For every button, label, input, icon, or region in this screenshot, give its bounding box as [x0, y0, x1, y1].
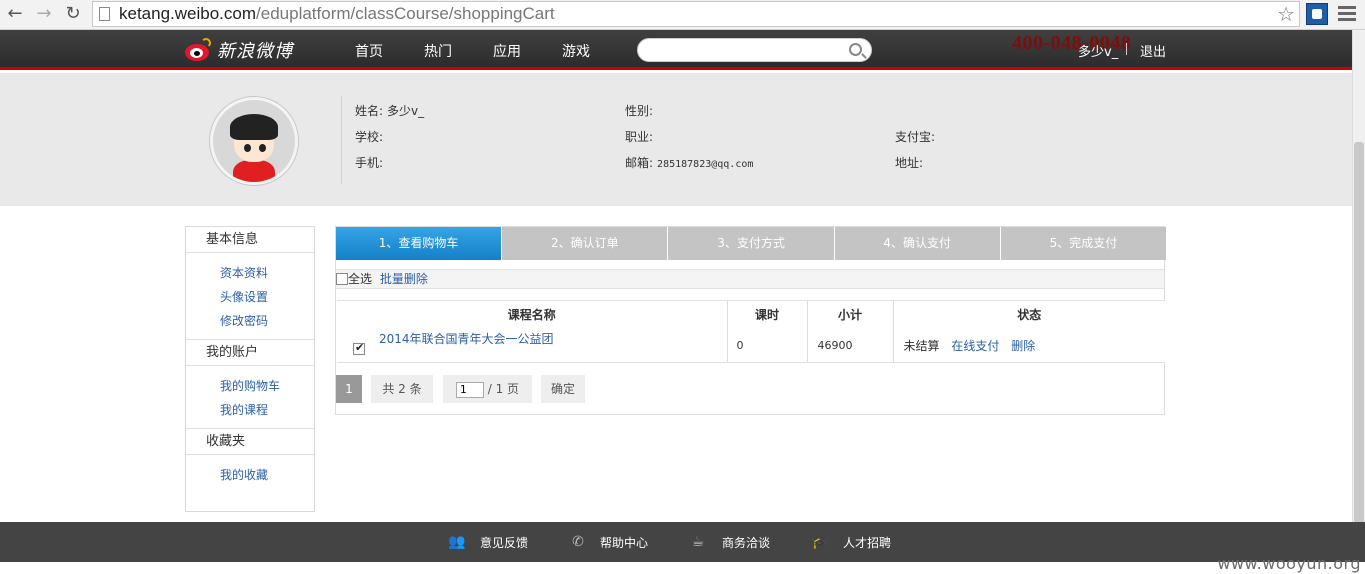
- logout-link[interactable]: 退出: [1140, 41, 1166, 60]
- menu-icon[interactable]: [1338, 6, 1356, 22]
- step-confirm-payment: 4、确认支付: [834, 227, 1001, 260]
- profile-name: 姓名: 多少v_: [355, 104, 425, 118]
- profile-school: 学校:: [355, 130, 384, 144]
- sidebar-item-profile[interactable]: 资本资料: [220, 261, 314, 285]
- pagination: 1 共 2 条 / 1 页 确定: [336, 375, 836, 403]
- profile-gender: 性别:: [625, 104, 654, 118]
- cart-toolbar: 全选 批量删除: [336, 269, 1164, 289]
- sidebar-item-avatar[interactable]: 头像设置: [220, 285, 314, 309]
- sidebar-list-basic: 资本资料 头像设置 修改密码: [186, 253, 314, 339]
- nav-apps[interactable]: 应用: [493, 41, 521, 61]
- url-text: ketang.weibo.com/eduplatform/classCourse…: [119, 4, 555, 23]
- graduation-cap-icon: 🎓: [811, 534, 829, 550]
- avatar: [210, 97, 298, 185]
- bottom-strip: [0, 562, 1365, 574]
- page-current[interactable]: 1: [336, 375, 362, 403]
- nav-hot[interactable]: 热门: [424, 41, 452, 61]
- footer-jobs[interactable]: 人才招聘: [843, 534, 891, 551]
- weibo-eye-icon: [183, 38, 213, 62]
- step-confirm-order: 2、确认订单: [502, 227, 669, 260]
- cup-icon: ☕: [691, 534, 705, 550]
- back-arrow-icon[interactable]: ←: [4, 3, 26, 25]
- sidebar-item-password[interactable]: 修改密码: [220, 309, 314, 333]
- search-input[interactable]: [637, 38, 872, 62]
- cart-panel: 1、查看购物车 2、确认订单 3、支付方式 4、确认支付 5、完成支付 全选 批…: [335, 226, 1167, 415]
- profile-panel: 姓名: 多少v_ 性别: 学校: 职业: 支付宝: 手机: 邮箱: 28518782…: [0, 73, 1352, 206]
- page-total: / 1 页: [487, 382, 520, 396]
- delete-link[interactable]: 删除: [1011, 339, 1035, 353]
- checkout-steps: 1、查看购物车 2、确认订单 3、支付方式 4、确认支付 5、完成支付: [336, 227, 1167, 260]
- site-footer: 👥 意见反馈 ✆ 帮助中心 ☕ 商务洽谈 🎓 人才招聘: [0, 522, 1365, 562]
- sidebar: 基本信息 资本资料 头像设置 修改密码 我的账户 我的购物车 我的课程 收藏夹 …: [185, 226, 315, 512]
- column-header-hours: 课时: [727, 300, 808, 329]
- sidebar-item-favorites[interactable]: 我的收藏: [220, 463, 314, 487]
- sidebar-item-cart[interactable]: 我的购物车: [220, 374, 314, 398]
- cart-table: 课程名称 课时 小计 状态 2014年联合国青年大会一公益团 0 46900 未…: [337, 300, 1165, 363]
- search-icon[interactable]: [849, 43, 862, 56]
- column-header-course: 课程名称: [337, 300, 728, 329]
- step-payment-method: 3、支付方式: [668, 227, 835, 260]
- forward-arrow-icon[interactable]: →: [33, 3, 55, 25]
- username-link[interactable]: 多少v_: [1078, 41, 1118, 60]
- bookmark-star-icon[interactable]: ☆: [1277, 2, 1295, 26]
- profile-job: 职业:: [625, 130, 654, 144]
- divider: [1126, 43, 1127, 55]
- logo-text: 新浪微博: [217, 41, 293, 62]
- profile-alipay: 支付宝:: [895, 130, 936, 144]
- reload-icon[interactable]: ↻: [62, 3, 84, 25]
- sidebar-list-account: 我的购物车 我的课程: [186, 366, 314, 428]
- watermark: www.wooyun.org: [1217, 554, 1361, 573]
- row-checkbox[interactable]: [353, 341, 365, 355]
- sidebar-heading-favorites: 收藏夹: [186, 429, 314, 455]
- site-header: 新浪微博 首页 热门 应用 游戏 400-048-0048 多少v_ 退出: [0, 30, 1352, 70]
- extension-icon[interactable]: [1306, 3, 1328, 25]
- hours-cell: 0: [727, 328, 808, 363]
- select-all-checkbox[interactable]: [336, 273, 348, 285]
- profile-email: 邮箱: 285187823@qq.com: [625, 156, 754, 170]
- table-row: 2014年联合国青年大会一公益团 0 46900 未结算 在线支付 删除: [337, 328, 1165, 363]
- scrollbar[interactable]: [1352, 30, 1365, 562]
- scroll-thumb[interactable]: [1354, 142, 1364, 552]
- batch-delete-link[interactable]: 批量删除: [380, 272, 428, 286]
- footer-business[interactable]: 商务洽谈: [722, 534, 770, 551]
- page-total-count: 共 2 条: [371, 375, 433, 403]
- divider: [341, 96, 342, 184]
- course-cell: 2014年联合国青年大会一公益团: [337, 328, 728, 363]
- nav-home[interactable]: 首页: [355, 41, 383, 61]
- sidebar-heading-basic: 基本信息: [186, 227, 314, 253]
- page-icon: [99, 7, 110, 21]
- column-header-subtotal: 小计: [807, 300, 894, 329]
- course-link[interactable]: 2014年联合国青年大会一公益团: [379, 332, 554, 346]
- footer-feedback[interactable]: 意见反馈: [480, 534, 528, 551]
- sidebar-list-favorites: 我的收藏: [186, 455, 314, 493]
- page-jump: / 1 页: [443, 375, 532, 403]
- nav-games[interactable]: 游戏: [562, 41, 590, 61]
- profile-address: 地址:: [895, 156, 924, 170]
- step-view-cart: 1、查看购物车: [336, 227, 503, 260]
- browser-toolbar: ← → ↻ ketang.weibo.com/eduplatform/class…: [0, 0, 1365, 30]
- sidebar-heading-account: 我的账户: [186, 340, 314, 366]
- address-bar[interactable]: ketang.weibo.com/eduplatform/classCourse…: [92, 1, 1300, 27]
- page-input[interactable]: [455, 381, 484, 398]
- subtotal-cell: 46900: [807, 328, 894, 363]
- profile-phone: 手机:: [355, 156, 384, 170]
- status-text: 未结算: [903, 338, 940, 353]
- sidebar-item-courses[interactable]: 我的课程: [220, 398, 314, 422]
- page-confirm-button[interactable]: 确定: [541, 375, 585, 403]
- step-complete-payment: 5、完成支付: [1000, 227, 1167, 260]
- feedback-icon: 👥: [448, 534, 466, 550]
- pay-online-link[interactable]: 在线支付: [951, 339, 999, 353]
- status-cell: 未结算 在线支付 删除: [893, 328, 1165, 363]
- weibo-logo[interactable]: 新浪微博: [183, 37, 293, 63]
- select-all-label: 全选: [348, 272, 373, 286]
- phone-icon: ✆: [572, 534, 584, 550]
- column-header-status: 状态: [893, 300, 1165, 329]
- footer-help[interactable]: 帮助中心: [600, 534, 648, 551]
